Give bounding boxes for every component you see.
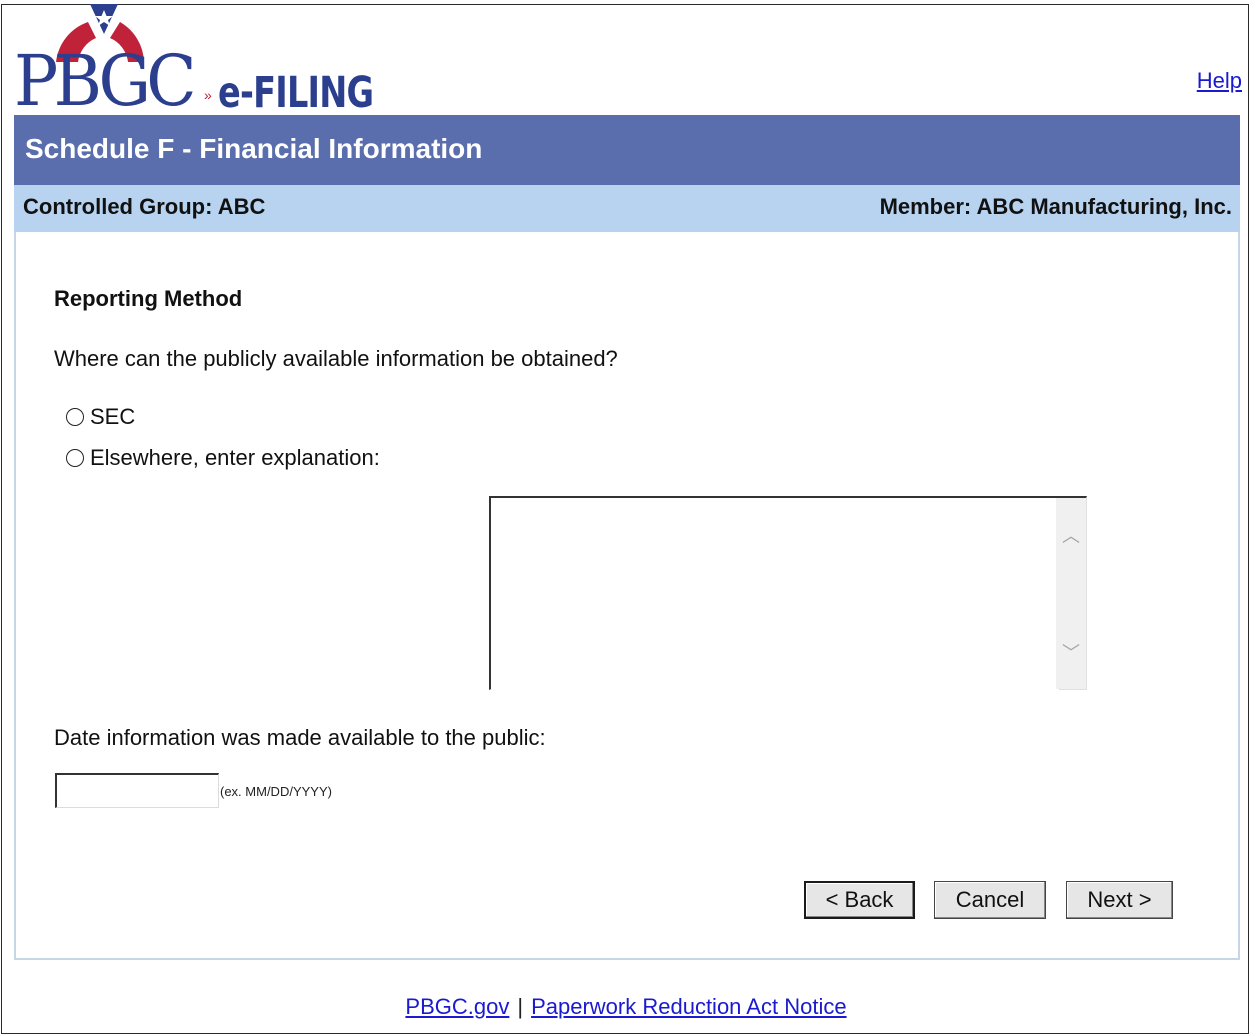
question-text: Where can the publicly available informa… (54, 346, 618, 371)
help-link[interactable]: Help (1197, 68, 1242, 94)
explanation-textarea-frame: ︿ ﹀ (489, 496, 1087, 692)
footer: PBGC.gov | Paperwork Reduction Act Notice (0, 994, 1252, 1020)
pbgc-logo: PBGC » e-FILING PORTAL (12, 4, 542, 168)
radio-option-elsewhere[interactable]: Elsewhere, enter explanation: (66, 445, 380, 471)
member-label: Member: ABC Manufacturing, Inc. (879, 194, 1232, 219)
logo-arrow-icon: » (204, 87, 212, 103)
title-bar: Schedule F - Financial Information (14, 115, 1240, 185)
paperwork-notice-link[interactable]: Paperwork Reduction Act Notice (531, 994, 847, 1019)
explanation-textarea[interactable] (491, 498, 1059, 692)
date-input[interactable] (55, 773, 219, 808)
logo-wordmark: PBGC (14, 40, 197, 122)
radio-label-sec: SEC (90, 404, 136, 429)
radio-label-elsewhere: Elsewhere, enter explanation: (90, 445, 380, 470)
page-title: Schedule F - Financial Information (25, 133, 483, 164)
scroll-up-icon[interactable]: ︿ (1056, 522, 1086, 548)
date-format-hint: (ex. MM/DD/YYYY) (220, 784, 332, 799)
radio-option-sec[interactable]: SEC (66, 404, 135, 430)
textarea-scrollbar[interactable]: ︿ ﹀ (1056, 498, 1086, 689)
info-bar: Controlled Group: ABC Member: ABC Manufa… (14, 185, 1240, 232)
footer-separator: | (517, 994, 524, 1019)
radio-button-elsewhere[interactable] (66, 449, 84, 467)
form-panel: Reporting Method Where can the publicly … (14, 232, 1240, 960)
back-button[interactable]: < Back (804, 881, 915, 919)
pbgc-gov-link[interactable]: PBGC.gov (405, 994, 509, 1019)
cancel-button[interactable]: Cancel (934, 881, 1046, 919)
next-button[interactable]: Next > (1066, 881, 1173, 919)
section-heading: Reporting Method (54, 286, 243, 311)
date-label: Date information was made available to t… (54, 725, 546, 750)
scroll-down-icon[interactable]: ﹀ (1056, 639, 1086, 665)
controlled-group-label: Controlled Group: ABC (23, 194, 266, 219)
radio-button-sec[interactable] (66, 408, 84, 426)
